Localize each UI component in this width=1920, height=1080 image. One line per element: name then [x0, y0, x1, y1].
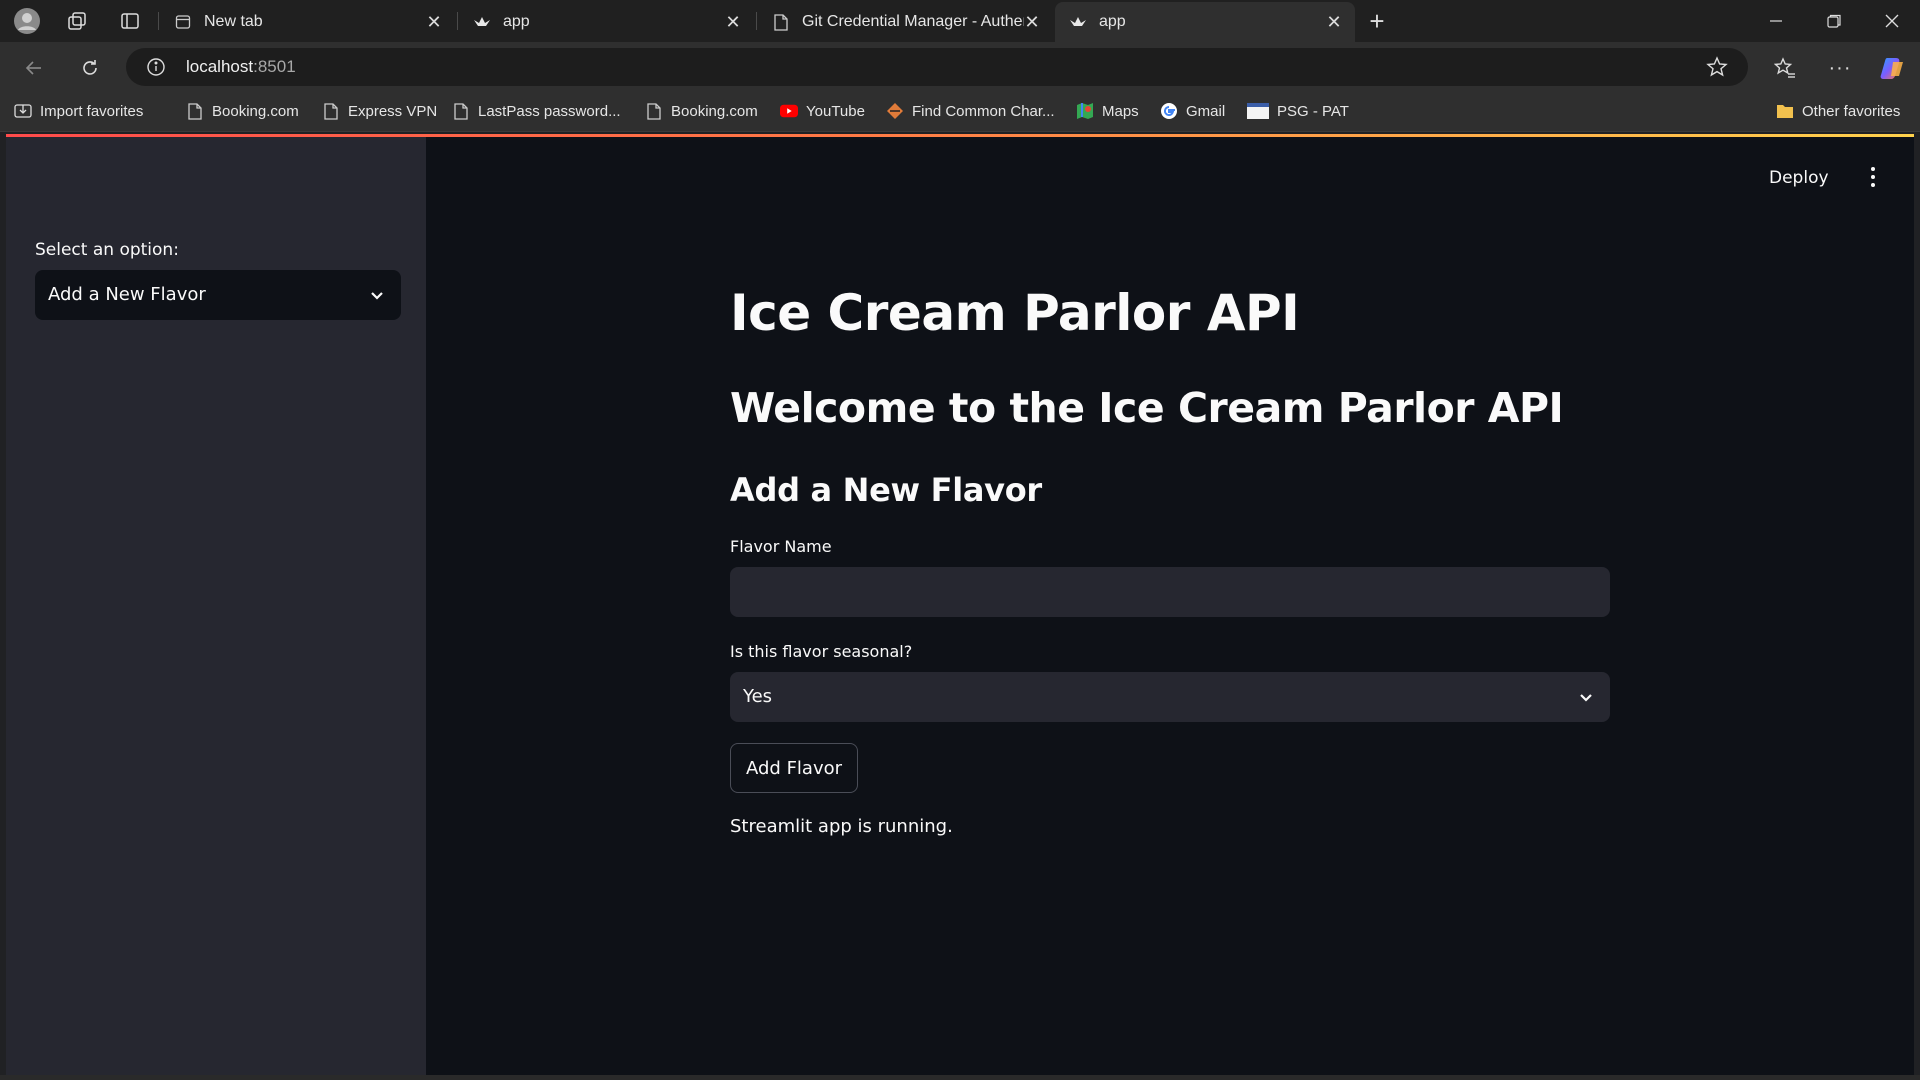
bookmark-label: Maps	[1102, 102, 1139, 120]
page-title: Ice Cream Parlor API	[730, 284, 1300, 342]
vertical-tabs-icon[interactable]	[115, 6, 145, 36]
url-port: :8501	[253, 57, 296, 76]
tab-separator	[756, 12, 757, 30]
flavor-name-label: Flavor Name	[730, 537, 832, 556]
streamlit-crown-icon	[473, 13, 491, 31]
seasonal-label: Is this flavor seasonal?	[730, 642, 913, 661]
status-message: Streamlit app is running.	[730, 816, 953, 837]
bookmark-psg-pat[interactable]: PSG - PAT	[1247, 102, 1349, 120]
workspaces-icon[interactable]	[62, 6, 92, 36]
maps-icon	[1076, 102, 1094, 120]
bookmark-booking[interactable]: Booking.com	[186, 102, 299, 120]
minimize-icon[interactable]	[1748, 0, 1804, 42]
tab-separator	[158, 12, 159, 30]
close-tab-icon[interactable]: ✕	[722, 11, 744, 33]
import-icon	[14, 102, 32, 120]
findchar-icon	[886, 102, 904, 120]
bookmark-gmail[interactable]: Gmail	[1160, 102, 1225, 120]
bookmark-other-favorites[interactable]: Other favorites	[1776, 102, 1900, 120]
bookmark-label: PSG - PAT	[1277, 102, 1349, 120]
address-bar-row: localhost:8501 ···	[0, 42, 1920, 92]
bookmark-label: Booking.com	[671, 102, 758, 120]
document-icon	[452, 102, 470, 120]
bookmark-label: Find Common Char...	[912, 102, 1055, 120]
youtube-icon	[780, 102, 798, 120]
main-menu-icon[interactable]	[1862, 162, 1884, 192]
bookmark-label: Booking.com	[212, 102, 299, 120]
document-icon	[322, 102, 340, 120]
site-info-icon[interactable]	[146, 57, 166, 82]
bookmark-booking-2[interactable]: Booking.com	[645, 102, 758, 120]
sidebar-select-value: Add a New Flavor	[48, 284, 206, 305]
sidebar: Select an option: Add a New Flavor	[6, 137, 426, 1075]
newtab-icon	[174, 13, 192, 31]
deploy-button[interactable]: Deploy	[1769, 168, 1829, 188]
tab-title: New tab	[204, 13, 263, 30]
bookmark-maps[interactable]: Maps	[1076, 102, 1139, 120]
bookmark-import-favorites[interactable]: Import favorites	[14, 102, 143, 120]
tab-app[interactable]: app ✕	[459, 2, 754, 42]
window-bottom-edge	[0, 1075, 1920, 1080]
sidebar-select-label: Select an option:	[35, 240, 179, 260]
tab-app-active[interactable]: app ✕	[1055, 2, 1355, 42]
bookmark-label: LastPass password...	[478, 102, 621, 120]
tab-title: app	[1099, 13, 1126, 30]
add-flavor-button[interactable]: Add Flavor	[730, 743, 859, 793]
bookmark-label: Express VPN	[348, 102, 438, 120]
close-tab-icon[interactable]: ✕	[1323, 11, 1345, 33]
back-icon[interactable]	[18, 52, 50, 84]
new-tab-icon[interactable]: +	[1362, 6, 1392, 36]
welcome-heading: Welcome to the Ice Cream Parlor API	[730, 384, 1564, 432]
bookmark-find-common-char[interactable]: Find Common Char...	[886, 102, 1055, 120]
close-tab-icon[interactable]: ✕	[423, 11, 445, 33]
bookmark-label: YouTube	[806, 102, 865, 120]
chevron-down-icon	[1576, 687, 1596, 707]
refresh-icon[interactable]	[74, 52, 106, 84]
tab-bar: New tab ✕ app ✕ Git Credential Manager -…	[0, 0, 1920, 42]
favorites-icon[interactable]	[1769, 52, 1801, 84]
tab-title: app	[503, 13, 530, 30]
section-heading: Add a New Flavor	[730, 471, 1042, 509]
psg-icon	[1247, 102, 1269, 120]
tab-git-credential-manager[interactable]: Git Credential Manager - Authent ✕	[758, 2, 1053, 42]
document-icon	[772, 13, 790, 31]
document-icon	[186, 102, 204, 120]
flavor-name-input[interactable]	[730, 567, 1610, 617]
close-tab-icon[interactable]: ✕	[1021, 11, 1043, 33]
bookmark-label: Import favorites	[40, 102, 144, 120]
tab-new-tab[interactable]: New tab ✕	[160, 2, 455, 42]
document-icon	[645, 102, 663, 120]
seasonal-select[interactable]: Yes	[730, 672, 1610, 722]
tab-separator	[457, 12, 458, 30]
google-icon	[1160, 102, 1178, 120]
url-host: localhost	[186, 57, 254, 76]
address-field[interactable]: localhost:8501	[126, 48, 1748, 86]
copilot-icon[interactable]	[1877, 52, 1909, 84]
favorite-star-icon[interactable]	[1706, 56, 1728, 83]
bookmark-lastpass[interactable]: LastPass password...	[452, 102, 621, 120]
sidebar-option-select[interactable]: Add a New Flavor	[35, 270, 401, 320]
bookmark-label: Other favorites	[1802, 102, 1901, 120]
url-text: localhost:8501	[186, 57, 296, 77]
streamlit-crown-icon	[1069, 13, 1087, 31]
bookmark-youtube[interactable]: YouTube	[780, 102, 865, 120]
bookmark-express-vpn[interactable]: Express VPN	[322, 102, 437, 120]
restore-icon[interactable]	[1806, 0, 1862, 42]
tab-title: Git Credential Manager - Authent	[802, 13, 1024, 30]
bookmarks-bar: Import favorites Booking.com Express VPN…	[0, 92, 1920, 132]
main-content: Deploy Ice Cream Parlor API Welcome to t…	[426, 137, 1914, 1075]
profile-icon[interactable]	[12, 6, 42, 36]
close-window-icon[interactable]	[1864, 0, 1920, 42]
more-options-icon[interactable]: ···	[1824, 52, 1856, 84]
folder-icon	[1776, 102, 1794, 120]
bookmark-label: Gmail	[1186, 102, 1226, 120]
seasonal-select-value: Yes	[743, 686, 773, 707]
chevron-down-icon	[367, 285, 387, 305]
